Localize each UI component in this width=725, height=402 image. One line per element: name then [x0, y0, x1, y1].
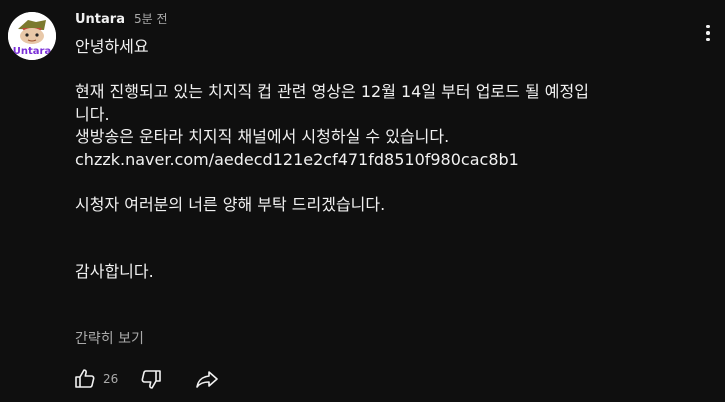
avatar-label: Untara — [13, 46, 51, 57]
comment-line: 안녕하세요 — [75, 37, 149, 56]
thumbs-down-icon — [141, 370, 162, 389]
share-icon — [196, 371, 219, 388]
avatar-image: Untara — [8, 12, 56, 60]
comment-link[interactable]: chzzk.naver.com/aedecd121e2cf471fd8510f9… — [75, 149, 690, 172]
dislike-button[interactable] — [136, 364, 166, 394]
comment-line: 현재 진행되고 있는 치지직 컵 관련 영상은 12월 14일 부터 업로드 될… — [75, 82, 589, 101]
share-button[interactable] — [192, 364, 222, 394]
like-button[interactable] — [70, 364, 100, 394]
comment-timestamp[interactable]: 5분 전 — [134, 10, 168, 27]
comment-body: 안녕하세요 현재 진행되고 있는 치지직 컵 관련 영상은 12월 14일 부터… — [75, 36, 690, 284]
comment-line: 니다. — [75, 104, 110, 124]
comment-line: 생방송은 운타라 치지직 채널에서 시청하실 수 있습니다. — [75, 127, 450, 146]
like-count: 26 — [103, 372, 119, 386]
comment-header: Untara 5분 전 — [75, 10, 168, 27]
thumbs-up-icon — [75, 369, 95, 388]
comment-actions: 26 — [70, 364, 222, 394]
show-less-link[interactable]: 간략히 보기 — [75, 328, 144, 348]
avatar[interactable]: Untara — [8, 12, 56, 60]
comment-line: 감사합니다. — [75, 262, 154, 281]
more-options-icon[interactable] — [701, 22, 715, 44]
author-name[interactable]: Untara — [75, 12, 125, 27]
comment: Untara Untara 5분 전 안녕하세요 현재 진행되고 있는 치지직 … — [0, 0, 725, 402]
comment-line: 시청자 여러분의 너른 양해 부탁 드리겠습니다. — [75, 194, 386, 214]
